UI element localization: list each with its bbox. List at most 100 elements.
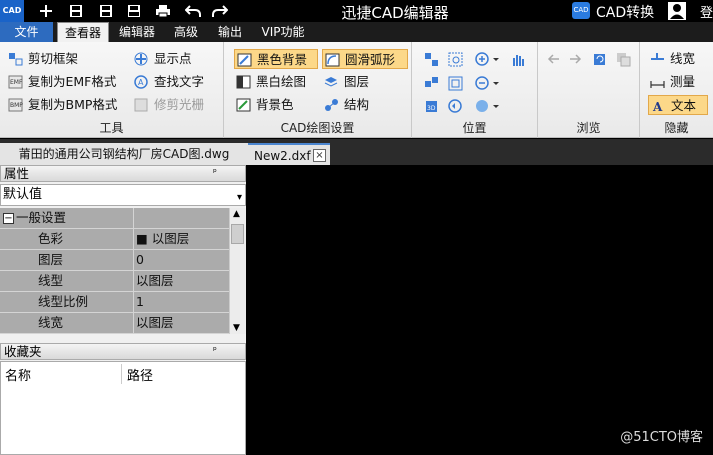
copy-view-icon[interactable] — [614, 50, 632, 68]
pin-icon[interactable]: ᵖ — [213, 168, 223, 179]
redo-icon[interactable] — [210, 1, 230, 21]
scroll-up-icon[interactable]: ▲ — [233, 209, 240, 219]
drawing-canvas[interactable]: @51CTO博客 — [248, 165, 713, 455]
property-value[interactable]: ■ 以图层 — [135, 229, 229, 249]
favorites-list[interactable]: 名称 路径 — [0, 361, 246, 455]
structure-button[interactable]: 结构 — [322, 95, 369, 115]
pin-icon[interactable]: ᵖ — [213, 346, 223, 357]
property-row[interactable]: 线型比例 1 — [0, 292, 229, 313]
show-points-icon — [134, 52, 148, 66]
trim-raster-button[interactable]: 修剪光栅 — [132, 95, 204, 115]
clip-frame-button[interactable]: 剪切框架 — [6, 49, 78, 69]
property-row[interactable]: 色彩 ■ 以图层 — [0, 229, 229, 250]
undo-icon[interactable] — [183, 1, 203, 21]
app-logo[interactable]: CAD — [0, 0, 24, 22]
svg-text:BMP: BMP — [10, 102, 23, 109]
text-toggle[interactable]: A 文本 — [648, 95, 708, 115]
back-arrow-icon[interactable] — [544, 50, 562, 68]
group-position: 3D 位置 — [412, 42, 538, 138]
save-pdf-icon[interactable] — [124, 1, 144, 21]
save-icon[interactable] — [66, 1, 86, 21]
print-icon[interactable] — [153, 1, 173, 21]
measure-toggle[interactable]: 测量 — [648, 72, 695, 92]
svg-text:A: A — [652, 100, 663, 113]
scrollbar-thumb[interactable] — [231, 224, 244, 244]
cad-convert-button[interactable]: CAD转换 — [596, 2, 654, 22]
measure-icon — [650, 81, 665, 88]
properties-dropdown[interactable]: 默认值 ▾ — [0, 184, 246, 206]
zoom-out-icon[interactable] — [474, 74, 502, 92]
scroll-down-icon[interactable]: ▼ — [233, 323, 240, 333]
ribbon: 剪切框架 EMF 复制为EMF格式 BMP 复制为BMP格式 显示点 A 查找文… — [0, 42, 713, 138]
property-row[interactable]: 线宽 以图层 — [0, 313, 229, 334]
group-browse: 浏览 — [538, 42, 640, 138]
group-hide: 线宽 测量 A 文本 隐藏 — [640, 42, 713, 138]
column-divider[interactable] — [121, 364, 122, 384]
orbit-icon[interactable] — [474, 97, 502, 115]
left-panel: 属性 ᵖ 默认值 ▾ − 一般设置 色彩 ■ 以图层 图层 0 线型 以图层 线… — [0, 165, 246, 455]
fit-window-icon[interactable] — [422, 50, 440, 68]
background-color-button[interactable]: 背景色 — [234, 95, 294, 115]
favorites-column-name[interactable]: 名称 — [5, 365, 31, 384]
tab-viewer[interactable]: 查看器 — [57, 22, 109, 43]
smooth-arc-icon — [325, 53, 340, 67]
zoom-window-icon[interactable] — [446, 50, 464, 68]
fit-page-icon[interactable] — [422, 74, 440, 92]
refresh-icon[interactable] — [590, 50, 608, 68]
tab-output[interactable]: 输出 — [212, 22, 248, 42]
find-text-button[interactable]: A 查找文字 — [132, 72, 204, 92]
layers-button[interactable]: 图层 — [322, 72, 369, 92]
text-icon: A — [652, 100, 663, 113]
bw-drawing-button[interactable]: 黑白绘图 — [234, 72, 306, 92]
clip-frame-icon — [9, 53, 23, 66]
trim-raster-icon — [134, 98, 148, 112]
login-link[interactable]: 登 — [700, 2, 713, 21]
svg-text:3D: 3D — [427, 105, 436, 112]
favorites-column-path[interactable]: 路径 — [127, 365, 153, 384]
tab-vip[interactable]: VIP功能 — [255, 22, 311, 42]
cad-convert-icon[interactable]: CAD — [572, 2, 590, 19]
close-icon[interactable]: × — [313, 149, 326, 162]
property-row[interactable]: 图层 0 — [0, 250, 229, 271]
user-icon[interactable] — [668, 2, 686, 20]
property-name: 色彩 — [0, 229, 134, 249]
properties-panel-header: 属性 ᵖ — [0, 165, 246, 182]
smooth-arc-button[interactable]: 圆滑弧形 — [322, 49, 408, 69]
property-row[interactable]: 线型 以图层 — [0, 271, 229, 292]
show-points-button[interactable]: 显示点 — [132, 49, 192, 69]
line-width-toggle[interactable]: 线宽 — [648, 49, 695, 69]
black-background-icon — [237, 53, 252, 67]
group-tools-label: 工具 — [99, 121, 124, 135]
line-width-icon — [651, 53, 664, 60]
zoom-previous-icon[interactable] — [446, 97, 464, 115]
structure-icon — [325, 99, 338, 111]
property-value[interactable]: 1 — [135, 292, 229, 312]
property-value[interactable]: 以图层 — [135, 271, 229, 291]
zoom-extents-icon[interactable] — [446, 74, 464, 92]
zoom-in-icon[interactable] — [474, 50, 502, 68]
document-tab-dwg[interactable]: 莆田的通用公司钢结构厂房CAD图.dwg — [0, 143, 248, 165]
group-tools: 剪切框架 EMF 复制为EMF格式 BMP 复制为BMP格式 显示点 A 查找文… — [0, 42, 224, 138]
background-color-icon — [236, 98, 251, 112]
rotate-3d-icon[interactable]: 3D — [422, 97, 440, 115]
new-icon[interactable] — [36, 1, 56, 21]
document-tab-dxf[interactable]: New2.dxf × — [248, 143, 330, 165]
property-value[interactable]: 以图层 — [135, 313, 229, 333]
group-hide-label: 隐藏 — [664, 121, 689, 135]
black-background-button[interactable]: 黑色背景 — [234, 49, 318, 69]
save-as-icon[interactable] — [96, 1, 116, 21]
property-category-label: 一般设置 — [0, 208, 134, 228]
tab-editor[interactable]: 编辑器 — [113, 22, 161, 42]
properties-scrollbar[interactable]: ▲ ▼ — [229, 208, 246, 334]
tab-advanced[interactable]: 高级 — [168, 22, 204, 42]
forward-arrow-icon[interactable] — [566, 50, 584, 68]
property-category[interactable]: − 一般设置 — [0, 208, 229, 229]
svg-text:EMF: EMF — [10, 79, 23, 86]
copy-emf-button[interactable]: EMF 复制为EMF格式 — [6, 72, 116, 92]
pan-hand-icon[interactable] — [508, 50, 526, 68]
property-value[interactable]: 0 — [135, 250, 229, 270]
tab-file[interactable]: 文件 — [0, 22, 53, 42]
chevron-down-icon: ▾ — [236, 192, 242, 203]
watermark: @51CTO博客 — [620, 430, 703, 445]
copy-bmp-button[interactable]: BMP 复制为BMP格式 — [6, 95, 117, 115]
